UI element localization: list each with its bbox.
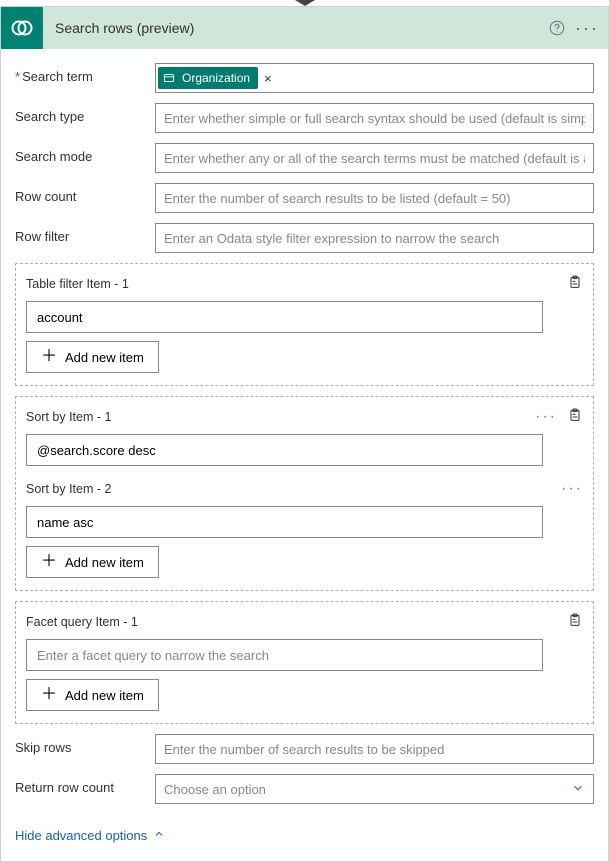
sort-by-item-2-label: Sort by Item - 2 bbox=[26, 482, 561, 496]
search-type-label: Search type bbox=[15, 103, 155, 124]
item-menu-button[interactable]: ··· bbox=[561, 480, 583, 498]
sort-by-group: Sort by Item - 1 ··· Sort by Item - 2 ··… bbox=[15, 396, 594, 591]
plus-icon: ＋ bbox=[41, 554, 57, 570]
return-row-count-select[interactable]: Choose an option bbox=[155, 774, 594, 804]
add-table-filter-item-button[interactable]: ＋Add new item bbox=[26, 341, 159, 373]
add-facet-item-button[interactable]: ＋Add new item bbox=[26, 679, 159, 711]
facet-query-group: Facet query Item - 1 ＋Add new item bbox=[15, 601, 594, 724]
token-remove-button[interactable]: × bbox=[264, 71, 272, 86]
chevron-up-icon bbox=[153, 828, 165, 843]
row-filter-input[interactable] bbox=[155, 223, 594, 253]
skip-rows-label: Skip rows bbox=[15, 734, 155, 755]
facet-item-1-input[interactable] bbox=[26, 639, 543, 671]
search-mode-input[interactable] bbox=[155, 143, 594, 173]
hide-advanced-options-link[interactable]: Hide advanced options bbox=[15, 828, 165, 843]
table-filter-group: Table filter Item - 1 ＋Add new item bbox=[15, 263, 594, 386]
row-count-input[interactable] bbox=[155, 183, 594, 213]
row-count-label: Row count bbox=[15, 183, 155, 204]
sort-by-item-1-label: Sort by Item - 1 bbox=[26, 410, 535, 424]
search-term-label: *Search term bbox=[15, 63, 155, 84]
skip-rows-input[interactable] bbox=[155, 734, 594, 764]
action-card: Search rows (preview) ··· *Search term O… bbox=[0, 6, 609, 862]
table-filter-item-1-label: Table filter Item - 1 bbox=[26, 277, 567, 291]
add-sort-by-item-button[interactable]: ＋Add new item bbox=[26, 546, 159, 578]
search-type-input[interactable] bbox=[155, 103, 594, 133]
clipboard-icon[interactable] bbox=[567, 407, 583, 426]
dataverse-logo bbox=[1, 7, 43, 49]
card-body: *Search term Organization × Search type bbox=[1, 49, 608, 861]
card-menu-button[interactable]: ··· bbox=[574, 15, 600, 41]
plus-icon: ＋ bbox=[41, 687, 57, 703]
card-title: Search rows (preview) bbox=[43, 20, 540, 36]
table-filter-item-1-input[interactable] bbox=[26, 301, 543, 333]
row-filter-label: Row filter bbox=[15, 223, 155, 244]
facet-item-1-label: Facet query Item - 1 bbox=[26, 615, 567, 629]
item-menu-button[interactable]: ··· bbox=[535, 408, 557, 426]
return-row-count-label: Return row count bbox=[15, 774, 155, 795]
help-icon[interactable] bbox=[544, 15, 570, 41]
dynamic-token-organization[interactable]: Organization bbox=[158, 67, 258, 89]
token-icon bbox=[162, 71, 176, 85]
search-mode-label: Search mode bbox=[15, 143, 155, 164]
search-term-input[interactable]: Organization × bbox=[155, 63, 594, 93]
clipboard-icon[interactable] bbox=[567, 612, 583, 631]
sort-by-item-1-input[interactable] bbox=[26, 434, 543, 466]
card-header: Search rows (preview) ··· bbox=[1, 7, 608, 49]
clipboard-icon[interactable] bbox=[567, 274, 583, 293]
chevron-down-icon bbox=[571, 781, 585, 798]
sort-by-item-2-input[interactable] bbox=[26, 506, 543, 538]
plus-icon: ＋ bbox=[41, 349, 57, 365]
